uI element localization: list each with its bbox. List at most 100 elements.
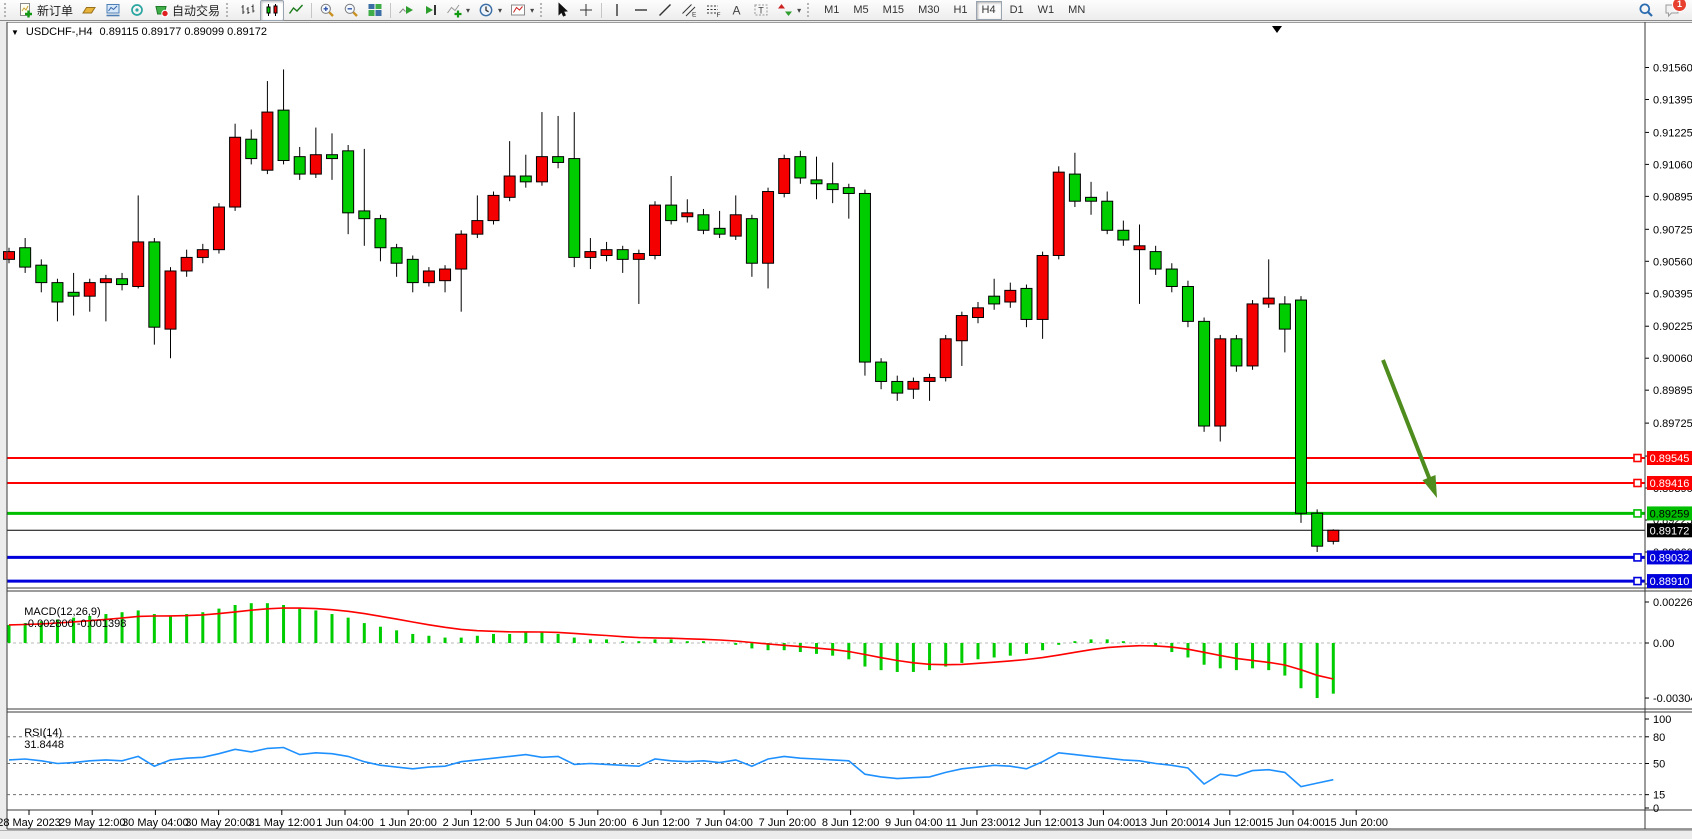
line-chart-button[interactable]	[284, 0, 308, 21]
indicators-icon	[446, 2, 462, 18]
time-axis-label[interactable]: 12 Jun 12:00	[1008, 817, 1072, 829]
line-handle[interactable]	[1634, 455, 1641, 462]
candle-body	[440, 269, 451, 281]
timeframe-group: M1M5M15M30H1H4D1W1MN	[817, 1, 1092, 20]
timeframe-button-m15[interactable]: M15	[877, 1, 910, 20]
zoom-out-button[interactable]	[339, 0, 363, 21]
rsi-axis-label: 50	[1653, 759, 1665, 771]
candle-body	[1086, 197, 1097, 201]
candle-body	[989, 296, 1000, 304]
zoom-in-button[interactable]	[315, 0, 339, 21]
new-order-button[interactable]: 新订单	[14, 0, 77, 21]
fibonacci-button[interactable]: F	[701, 0, 725, 21]
time-axis-label[interactable]: 5 Jun 20:00	[569, 817, 627, 829]
history-center-button[interactable]	[77, 0, 101, 21]
line-handle[interactable]	[1634, 578, 1641, 585]
candle-body	[278, 110, 289, 160]
cursor-button[interactable]	[550, 0, 574, 21]
candle-body	[1231, 339, 1242, 366]
templates-button[interactable]: ▾	[506, 0, 538, 21]
timeframe-button-m30[interactable]: M30	[912, 1, 945, 20]
timeframe-button-mn[interactable]: MN	[1062, 1, 1091, 20]
toolbar-grip[interactable]	[4, 3, 10, 17]
candle-body	[811, 180, 822, 184]
new-order-icon	[18, 2, 34, 18]
time-axis-label[interactable]: 14 Jun 12:00	[1198, 817, 1262, 829]
metaeditor-button[interactable]	[101, 0, 125, 21]
candle-body	[1102, 201, 1113, 230]
candle-body	[391, 248, 402, 264]
timeframe-button-w1[interactable]: W1	[1032, 1, 1061, 20]
notifications-button[interactable]: 1	[1664, 2, 1680, 18]
time-axis-label[interactable]: 31 May 12:00	[248, 817, 315, 829]
tile-windows-button[interactable]	[363, 0, 387, 21]
time-axis-label[interactable]: 9 Jun 04:00	[885, 817, 943, 829]
timeframe-button-d1[interactable]: D1	[1004, 1, 1030, 20]
periods-button[interactable]: ▾	[474, 0, 506, 21]
candle-body	[617, 250, 628, 260]
time-axis-label[interactable]: 28 May 2023	[0, 817, 61, 829]
toolbar-grip[interactable]	[226, 3, 232, 17]
search-button[interactable]	[1638, 2, 1654, 18]
time-axis-label[interactable]: 2 Jun 12:00	[443, 817, 501, 829]
line-chart-icon	[288, 2, 304, 18]
candle-body	[1134, 246, 1145, 250]
arrows-button[interactable]: ▾	[773, 0, 805, 21]
candle-body	[827, 184, 838, 190]
vertical-line-button[interactable]	[605, 0, 629, 21]
time-axis-label[interactable]: 13 Jun 04:00	[1072, 817, 1136, 829]
time-axis-label[interactable]: 15 Jun 20:00	[1324, 817, 1388, 829]
time-axis-label[interactable]: 5 Jun 04:00	[506, 817, 564, 829]
time-axis-label[interactable]: 30 May 04:00	[122, 817, 189, 829]
auto-scroll-button[interactable]	[394, 0, 418, 21]
auto-trading-button[interactable]: 自动交易	[149, 0, 224, 21]
candle-body	[1021, 288, 1032, 319]
candle-body	[1328, 530, 1339, 541]
new-order-label: 新订单	[37, 2, 73, 19]
trendline-button[interactable]	[653, 0, 677, 21]
candlestick-chart-button[interactable]	[260, 0, 284, 21]
chart-canvas[interactable]: 0.915600.913950.912250.910600.908950.907…	[0, 22, 1692, 830]
candle-body	[1150, 252, 1161, 269]
timeframe-button-h1[interactable]: H1	[947, 1, 973, 20]
candle-body	[569, 159, 580, 258]
candle-body	[246, 139, 257, 158]
toolbar-grip[interactable]	[540, 3, 546, 17]
indicators-button[interactable]: ▾	[442, 0, 474, 21]
time-axis-label[interactable]: 1 Jun 20:00	[379, 817, 437, 829]
chart-shift-button[interactable]	[418, 0, 442, 21]
candle-body	[4, 252, 15, 260]
timeframe-button-m1[interactable]: M1	[818, 1, 845, 20]
timeframe-button-h4[interactable]: H4	[976, 1, 1002, 20]
horizontal-line-button[interactable]	[629, 0, 653, 21]
toolbar-grip[interactable]	[807, 3, 813, 17]
candle-body	[359, 211, 370, 219]
time-axis-label[interactable]: 7 Jun 20:00	[759, 817, 817, 829]
text-label-button[interactable]: T	[749, 0, 773, 21]
line-handle[interactable]	[1634, 510, 1641, 517]
text-button[interactable]: A	[725, 0, 749, 21]
bar-chart-button[interactable]	[236, 0, 260, 21]
time-axis-label[interactable]: 8 Jun 12:00	[822, 817, 880, 829]
candle-body	[1263, 298, 1274, 304]
time-axis-label[interactable]: 29 May 12:00	[59, 817, 126, 829]
time-axis-label[interactable]: 15 Jun 04:00	[1261, 817, 1325, 829]
time-axis-label[interactable]: 1 Jun 04:00	[316, 817, 374, 829]
candle-body	[36, 265, 47, 282]
candle-body	[310, 155, 321, 174]
collapse-triangle-icon[interactable]: ▼	[11, 28, 19, 37]
crosshair-button[interactable]	[574, 0, 598, 21]
line-handle[interactable]	[1634, 554, 1641, 561]
equidistant-channel-button[interactable]: E	[677, 0, 701, 21]
line-handle[interactable]	[1634, 480, 1641, 487]
signals-button[interactable]	[125, 0, 149, 21]
time-axis-label[interactable]: 11 Jun 23:00	[946, 817, 1009, 829]
time-axis-label[interactable]: 7 Jun 04:00	[695, 817, 753, 829]
timeframe-button-m5[interactable]: M5	[847, 1, 874, 20]
time-axis-label[interactable]: 30 May 20:00	[185, 817, 252, 829]
candle-body	[585, 252, 596, 258]
time-axis-label[interactable]: 13 Jun 20:00	[1135, 817, 1199, 829]
time-axis-label[interactable]: 6 Jun 12:00	[632, 817, 690, 829]
candle-body	[407, 259, 418, 282]
candle-body	[165, 271, 176, 329]
